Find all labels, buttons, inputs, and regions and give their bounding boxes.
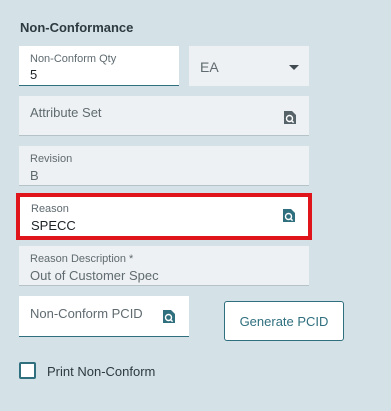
non-conform-qty-field[interactable]: Non-Conform Qty 5	[19, 46, 179, 86]
attribute-set-placeholder: Attribute Set	[30, 105, 102, 120]
non-conform-pcid-placeholder: Non-Conform PCID	[30, 306, 143, 321]
search-doc-icon[interactable]	[283, 110, 297, 125]
uom-selected-value: EA	[200, 59, 219, 75]
generate-pcid-button[interactable]: Generate PCID	[224, 301, 344, 341]
reason-value[interactable]: SPECC	[31, 218, 76, 233]
attribute-set-field[interactable]: Attribute Set	[19, 96, 309, 136]
non-conform-qty-value[interactable]: 5	[30, 67, 37, 82]
reason-description-value: Out of Customer Spec	[30, 268, 159, 283]
revision-label: Revision	[30, 153, 73, 165]
reason-label: Reason	[31, 203, 69, 215]
reason-description-label: Reason Description *	[30, 253, 134, 265]
non-conform-pcid-field[interactable]: Non-Conform PCID	[19, 296, 189, 337]
print-non-conform-checkbox[interactable]	[19, 362, 36, 379]
section-title: Non-Conformance	[20, 20, 134, 35]
print-non-conform-label[interactable]: Print Non-Conform	[47, 364, 155, 379]
search-doc-icon[interactable]	[282, 208, 296, 223]
uom-select[interactable]: EA	[189, 46, 309, 86]
non-conform-qty-label: Non-Conform Qty	[30, 53, 117, 65]
revision-field: Revision B	[19, 146, 309, 186]
revision-value: B	[30, 168, 39, 183]
reason-description-field: Reason Description * Out of Customer Spe…	[19, 246, 309, 286]
reason-field[interactable]: Reason SPECC	[20, 197, 308, 236]
chevron-down-icon	[289, 65, 299, 70]
search-doc-icon[interactable]	[162, 309, 176, 324]
